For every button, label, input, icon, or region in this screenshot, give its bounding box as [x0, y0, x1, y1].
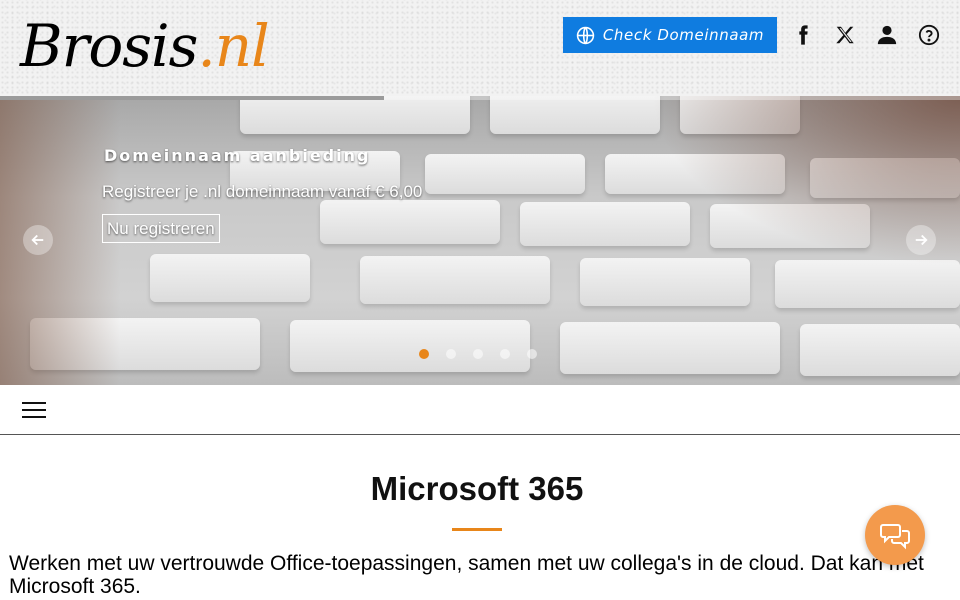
facebook-icon — [799, 25, 808, 45]
keyboard-key — [290, 320, 530, 372]
chat-button[interactable] — [865, 505, 925, 565]
keyboard-key — [800, 324, 960, 376]
hero-carousel: Domeinnaam aanbieding Registreer je .nl … — [0, 96, 960, 385]
logo-text: Brosis.nl — [20, 8, 270, 84]
site-header: Brosis.nl Check Domeinnaam — [0, 0, 960, 96]
keyboard-key — [150, 254, 310, 302]
logo-dot: . — [197, 12, 215, 80]
x-twitter-link[interactable] — [834, 24, 856, 46]
brosis-logo[interactable]: Brosis.nl — [20, 8, 270, 88]
title-underline — [452, 528, 502, 531]
x-twitter-icon — [836, 26, 854, 44]
chat-bubbles-icon — [880, 524, 910, 550]
carousel-dot-3[interactable] — [473, 349, 483, 359]
slide-progress-track — [0, 96, 960, 100]
carousel-dot-2[interactable] — [446, 349, 456, 359]
globe-icon — [576, 26, 595, 44]
keyboard-key — [425, 154, 585, 194]
intro-text: Werken met uw vertrouwde Office-toepassi… — [9, 552, 924, 598]
keyboard-key — [560, 322, 780, 374]
arrow-left-icon — [31, 234, 44, 246]
keyboard-key — [320, 200, 500, 244]
keyboard-key — [240, 96, 470, 134]
carousel-next-button[interactable] — [906, 225, 936, 255]
carousel-prev-button[interactable] — [23, 225, 53, 255]
keyboard-key — [775, 260, 960, 308]
carousel-dot-1[interactable] — [419, 349, 429, 359]
page-title: Microsoft 365 — [370, 470, 584, 507]
register-now-button[interactable]: Nu registreren — [102, 214, 220, 243]
keyboard-key — [360, 256, 550, 304]
help-icon — [918, 24, 940, 46]
slide-title: Domeinnaam aanbieding — [104, 146, 371, 165]
check-domain-button[interactable]: Check Domeinnaam — [563, 17, 777, 53]
account-link[interactable] — [876, 24, 898, 46]
user-icon — [877, 25, 897, 45]
navigation-bar — [0, 385, 960, 435]
carousel-dot-4[interactable] — [500, 349, 510, 359]
facebook-link[interactable] — [792, 24, 814, 46]
keyboard-key — [490, 96, 660, 134]
check-domain-label: Check Domeinnaam — [602, 26, 765, 44]
carousel-indicators — [419, 349, 537, 359]
hamburger-menu-icon[interactable] — [22, 402, 46, 418]
logo-name: Brosis — [20, 12, 198, 80]
arrow-right-icon — [915, 234, 928, 246]
logo-tld: nl — [214, 12, 270, 80]
slide-progress-bar — [0, 96, 384, 100]
slide-subtitle: Registreer je .nl domeinnaam vanaf € 6,0… — [102, 182, 423, 201]
help-link[interactable] — [918, 24, 940, 46]
carousel-dot-5[interactable] — [527, 349, 537, 359]
